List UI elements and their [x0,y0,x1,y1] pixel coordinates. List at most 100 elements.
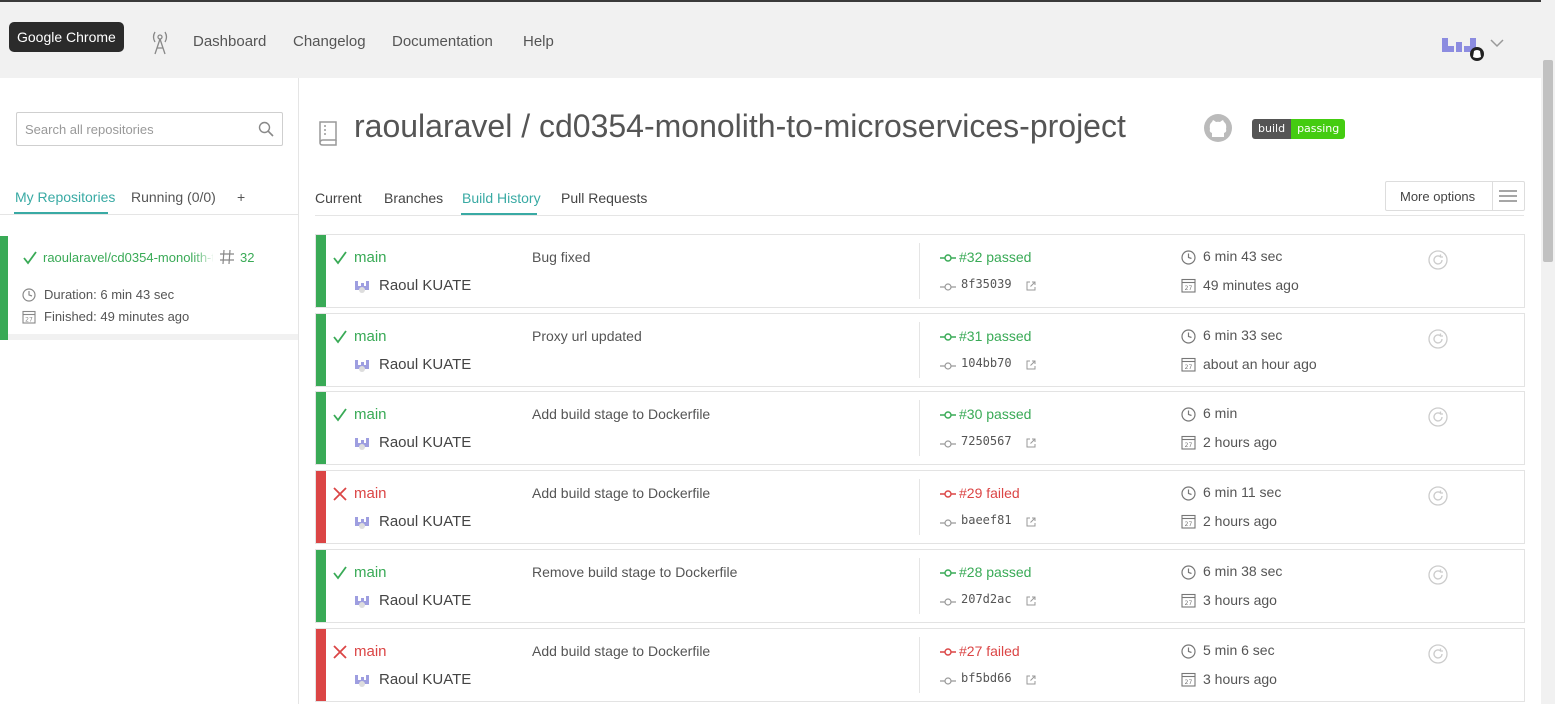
author-name: Raoul KUATE [379,277,472,294]
scrollbar-thumb[interactable] [1543,60,1553,262]
tab-running[interactable]: Running (0/0) [131,189,216,205]
commit-sha-link[interactable]: bf5bd66 [961,671,1012,685]
calendar-icon: 27 [1181,435,1196,450]
nav-documentation[interactable]: Documentation [392,32,493,52]
search-input[interactable]: Search all repositories [16,112,283,146]
build-number-link[interactable]: 32 [240,250,254,265]
github-icon[interactable] [1203,113,1233,143]
commit-icon [940,254,956,262]
badge-label: build [1252,119,1292,139]
status-strip [316,471,326,543]
build-row[interactable]: main Raoul KUATE Remove build stage to D… [315,549,1525,623]
restart-icon[interactable] [1428,486,1448,506]
branch-name[interactable]: main [354,406,387,423]
svg-text:27: 27 [25,317,33,324]
commit-sha-link[interactable]: 7250567 [961,434,1012,448]
nav-changelog[interactable]: Changelog [293,32,366,52]
repo-name-link[interactable]: raoularavel/cd0354-monolith-to-microserv… [43,250,213,265]
restart-icon[interactable] [1428,644,1448,664]
build-row[interactable]: main Raoul KUATE Add build stage to Dock… [315,391,1525,465]
build-state-link[interactable]: #27 failed [959,643,1020,659]
chevron-down-icon[interactable] [1489,37,1505,49]
clock-icon [1181,644,1196,659]
build-row[interactable]: main Raoul KUATE Proxy url updated #31 p… [315,313,1525,387]
browser-tooltip: Google Chrome [9,22,124,52]
build-state-link[interactable]: #28 passed [959,564,1031,580]
repo-card[interactable]: raoularavel/cd0354-monolith-to-microserv… [0,236,298,340]
external-link-icon[interactable] [1026,517,1036,527]
status-strip [316,392,326,464]
build-row[interactable]: main Raoul KUATE Bug fixed #32 passed 8f… [315,234,1525,308]
check-icon [23,251,37,265]
nav-dashboard[interactable]: Dashboard [193,32,266,52]
clock-icon [1181,486,1196,501]
branch-name[interactable]: main [354,485,387,502]
check-icon [333,566,347,580]
build-status-badge[interactable]: build passing [1252,119,1346,139]
commit-message[interactable]: Add build stage to Dockerfile [532,485,710,501]
build-finished: 3 hours ago [1203,592,1277,608]
svg-text:27: 27 [1185,442,1193,449]
calendar-icon: 27 [1181,357,1196,372]
user-avatar[interactable] [1442,36,1484,62]
divider [919,400,920,456]
external-link-icon[interactable] [1026,438,1036,448]
external-link-icon[interactable] [1026,675,1036,685]
commit-message[interactable]: Remove build stage to Dockerfile [532,564,737,580]
svg-text:27: 27 [1185,600,1193,607]
restart-icon[interactable] [1428,407,1448,427]
more-options-button[interactable]: More options [1385,181,1525,211]
branch-name[interactable]: main [354,249,387,266]
restart-icon[interactable] [1428,329,1448,349]
build-row[interactable]: main Raoul KUATE Add build stage to Dock… [315,470,1525,544]
cross-icon [333,645,347,659]
nav-help[interactable]: Help [523,32,554,52]
external-link-icon[interactable] [1026,596,1036,606]
badge-status: passing [1291,119,1346,139]
commit-sha-link[interactable]: 8f35039 [961,277,1012,291]
beacon-icon[interactable] [150,29,170,55]
divider [919,479,920,535]
tab-build-history[interactable]: Build History [462,190,541,206]
branch-name[interactable]: main [354,643,387,660]
restart-icon[interactable] [1428,250,1448,270]
commit-message[interactable]: Add build stage to Dockerfile [532,643,710,659]
author-name: Raoul KUATE [379,356,472,373]
svg-text:27: 27 [1185,364,1193,371]
commit-icon [940,411,956,419]
branch-name[interactable]: main [354,328,387,345]
branch-name[interactable]: main [354,564,387,581]
build-state-link[interactable]: #29 failed [959,485,1020,501]
tab-my-repositories[interactable]: My Repositories [15,189,115,205]
tab-current[interactable]: Current [315,190,362,206]
commit-icon [940,283,956,291]
tab-branches[interactable]: Branches [384,190,443,206]
commit-message[interactable]: Add build stage to Dockerfile [532,406,710,422]
commit-message[interactable]: Bug fixed [532,249,590,265]
build-state-link[interactable]: #31 passed [959,328,1031,344]
restart-icon[interactable] [1428,565,1448,585]
external-link-icon[interactable] [1026,281,1036,291]
divider [919,322,920,378]
svg-text:27: 27 [1185,285,1193,292]
avatar-icon [355,360,369,372]
build-row[interactable]: main Raoul KUATE Add build stage to Dock… [315,628,1525,702]
sidebar: Search all repositories My Repositories … [0,78,299,704]
build-state-link[interactable]: #30 passed [959,406,1031,422]
commit-sha-link[interactable]: 207d2ac [961,592,1012,606]
commit-message[interactable]: Proxy url updated [532,328,642,344]
tab-add-repository[interactable]: + [237,189,245,205]
avatar-icon [355,438,369,450]
external-link-icon[interactable] [1026,360,1036,370]
tab-pull-requests[interactable]: Pull Requests [561,190,647,206]
clock-icon [1181,565,1196,580]
commit-sha-link[interactable]: baeef81 [961,513,1012,527]
build-duration: 6 min 43 sec [1203,248,1283,264]
commit-sha-link[interactable]: 104bb70 [961,356,1012,370]
search-icon[interactable] [258,121,274,137]
build-duration: 6 min [1203,405,1238,421]
build-finished: 49 minutes ago [1203,277,1299,293]
build-state-link[interactable]: #32 passed [959,249,1031,265]
calendar-icon: 27 [1181,672,1196,687]
commit-icon [940,362,956,370]
